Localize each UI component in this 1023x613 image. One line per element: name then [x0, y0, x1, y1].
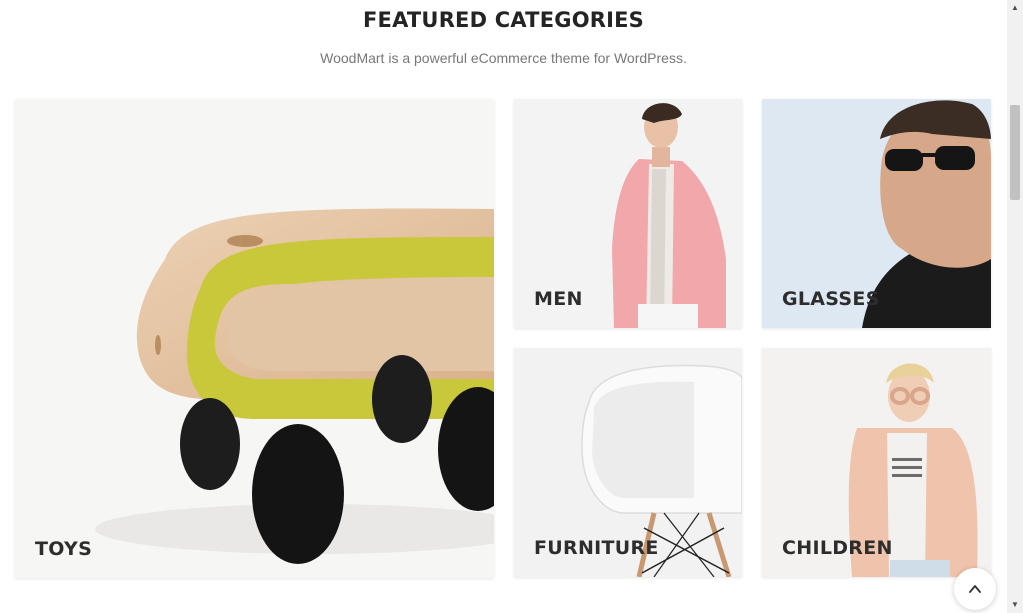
category-card-glasses[interactable]: GLASSES [762, 99, 991, 328]
scrollbar-thumb[interactable] [1010, 105, 1020, 200]
section-subtitle: WoodMart is a powerful eCommerce theme f… [320, 50, 687, 66]
section-title: FEATURED CATEGORIES [363, 8, 644, 32]
scroll-down-arrow-icon[interactable]: ▼ [1007, 597, 1023, 613]
category-card-children[interactable]: CHILDREN [762, 348, 991, 577]
category-label-men: MEN [534, 288, 583, 310]
category-card-men[interactable]: MEN [514, 99, 742, 328]
page-scrollbar[interactable]: ▲ ▼ [1007, 0, 1023, 613]
category-label-furniture: FURNITURE [534, 537, 659, 559]
toy-car-image [95, 208, 494, 564]
category-card-furniture[interactable]: FURNITURE [514, 348, 742, 577]
chevron-up-icon [969, 585, 981, 593]
category-card-toys[interactable]: TOYS [15, 99, 494, 578]
scroll-up-arrow-icon[interactable]: ▲ [1007, 0, 1023, 16]
category-label-toys: TOYS [35, 538, 93, 560]
category-label-glasses: GLASSES [782, 288, 880, 310]
back-to-top-button[interactable] [954, 568, 996, 610]
category-label-children: CHILDREN [782, 537, 893, 559]
